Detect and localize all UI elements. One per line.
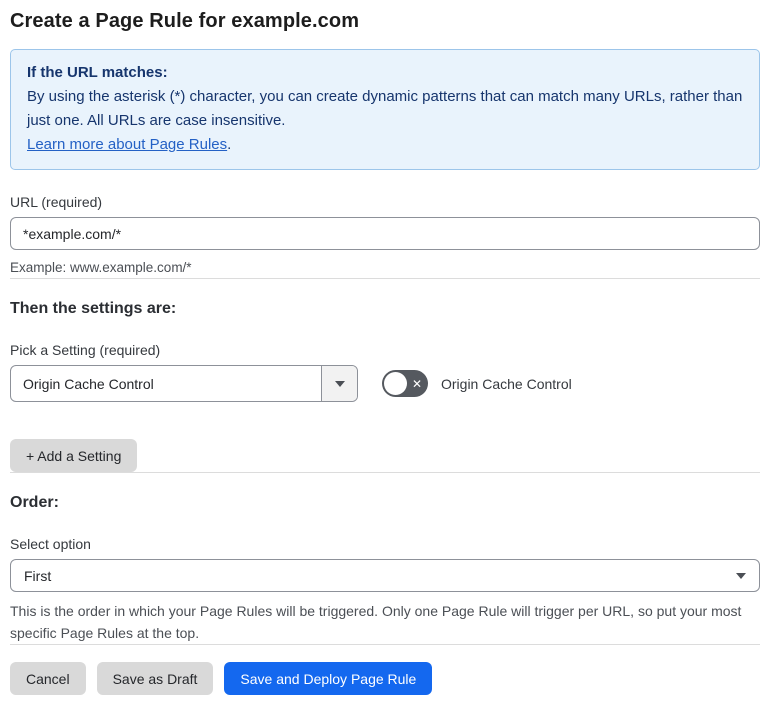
info-box-link-line: Learn more about Page Rules.	[27, 133, 743, 157]
setting-row: Origin Cache Control ✕ Origin Cache Cont…	[10, 365, 760, 402]
footer-button-row: Cancel Save as Draft Save and Deploy Pag…	[10, 662, 760, 695]
setting-select[interactable]: Origin Cache Control	[10, 365, 358, 402]
page-title: Create a Page Rule for example.com	[10, 10, 360, 32]
create-page-rule-panel: Create a Page Rule for example.com If th…	[0, 0, 770, 710]
divider	[10, 278, 760, 279]
url-example-helper: Example: www.example.com/*	[10, 260, 192, 275]
chevron-down-icon	[736, 572, 746, 579]
learn-more-link[interactable]: Learn more about Page Rules	[27, 136, 227, 153]
divider	[10, 472, 760, 473]
setting-select-arrow-button[interactable]	[321, 366, 357, 401]
settings-section-heading: Then the settings are:	[10, 300, 177, 317]
order-helper-text: This is the order in which your Page Rul…	[10, 603, 742, 641]
cancel-button[interactable]: Cancel	[10, 662, 86, 695]
url-match-info-box: If the URL matches: By using the asteris…	[10, 49, 760, 170]
origin-cache-control-toggle[interactable]: ✕	[382, 370, 428, 397]
setting-select-value: Origin Cache Control	[23, 375, 154, 392]
url-field-label: URL (required)	[10, 194, 103, 210]
save-and-deploy-button[interactable]: Save and Deploy Page Rule	[224, 662, 433, 695]
info-box-heading: If the URL matches:	[27, 64, 168, 81]
order-section-heading: Order:	[10, 494, 59, 511]
chevron-down-icon	[334, 380, 345, 387]
order-select[interactable]: First	[10, 559, 760, 592]
order-select-label: Select option	[10, 536, 91, 552]
info-box-body: By using the asterisk (*) character, you…	[27, 88, 743, 129]
add-setting-button[interactable]: + Add a Setting	[10, 439, 138, 472]
divider	[10, 644, 760, 645]
toggle-off-x-icon: ✕	[411, 376, 422, 391]
save-as-draft-button[interactable]: Save as Draft	[96, 662, 214, 695]
pick-setting-label: Pick a Setting (required)	[10, 342, 161, 358]
toggle-label: Origin Cache Control	[441, 375, 572, 392]
url-input[interactable]	[10, 217, 760, 250]
toggle-knob	[384, 372, 407, 395]
link-suffix: .	[227, 136, 232, 153]
order-select-value: First	[24, 567, 52, 584]
